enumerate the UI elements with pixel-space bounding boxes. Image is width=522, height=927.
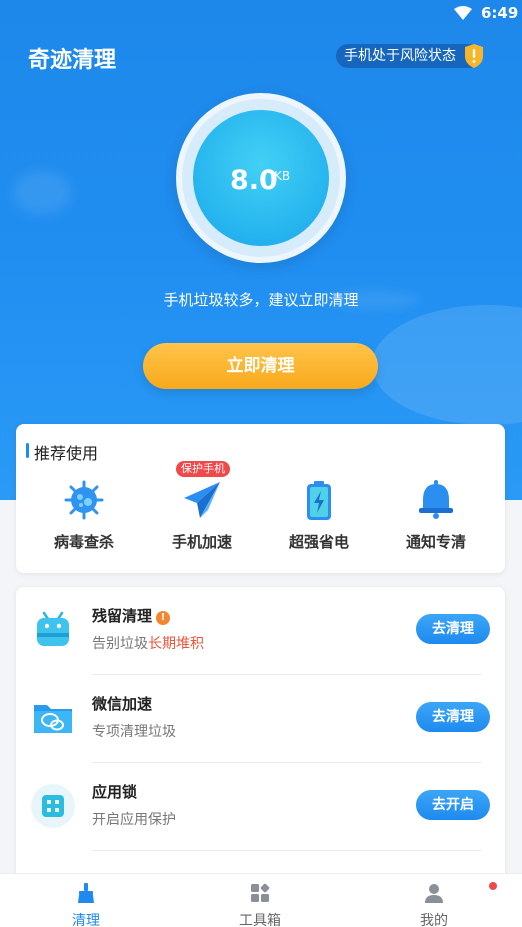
app-lock-subtitle: 开启应用保护 — [92, 812, 176, 828]
virus-scan-icon — [64, 480, 104, 520]
feature-list-card: 残留清理! 告别垃圾长期堆积 去清理 微信加速 专项清理垃圾 去清理 应用锁 开… — [16, 587, 505, 887]
app-lock-title: 应用锁 — [92, 783, 138, 801]
power-save-item[interactable]: 超强省电 — [264, 478, 374, 552]
nav-tab-profile[interactable]: 我的 — [384, 882, 484, 927]
warning-shield-icon — [465, 44, 483, 68]
list-item-app-lock[interactable]: 应用锁 开启应用保护 去开启 — [16, 763, 505, 851]
residual-clean-subtitle-text: 告别垃圾 — [92, 636, 148, 652]
decorative-blob — [12, 170, 72, 215]
android-icon — [37, 611, 69, 646]
clean-hint-text: 手机垃圾较多，建议立即清理 — [163, 291, 359, 309]
wifi-icon — [454, 6, 472, 20]
nav-tab-clean[interactable]: 清理 — [36, 882, 136, 927]
notification-clean-item[interactable]: 通知专清 — [381, 478, 491, 552]
bottom-navigation: 清理 工具箱 我的 — [0, 873, 522, 927]
junk-size-unit: KB — [274, 169, 291, 183]
decorative-blob — [372, 305, 522, 425]
divider — [92, 850, 481, 851]
phone-boost-item[interactable]: 手机加速 — [147, 478, 257, 552]
app-title: 奇迹清理 — [28, 48, 117, 73]
nav-tab-toolbox-label: 工具箱 — [239, 913, 281, 927]
wechat-boost-button[interactable]: 去清理 — [416, 702, 490, 732]
recommend-card: 推荐使用 病毒查杀 手机加速 超强省电 通知专清 — [16, 424, 505, 573]
nav-tab-clean-label: 清理 — [72, 913, 100, 927]
list-item-residual-clean[interactable]: 残留清理! 告别垃圾长期堆积 去清理 — [16, 587, 505, 675]
wechat-folder-icon — [34, 705, 72, 733]
residual-clean-title: 残留清理! — [92, 605, 171, 626]
notification-clean-label: 通知专清 — [405, 533, 466, 551]
bell-icon — [419, 480, 453, 519]
residual-clean-button[interactable]: 去清理 — [416, 614, 490, 644]
virus-scan-item[interactable]: 病毒查杀 — [29, 478, 139, 552]
clean-now-button[interactable]: 立即清理 — [143, 343, 378, 389]
protect-phone-tag: 保护手机 — [176, 461, 230, 477]
notification-dot — [489, 882, 497, 890]
risk-status-badge[interactable]: 手机处于风险状态 — [336, 44, 483, 68]
wechat-boost-subtitle: 专项清理垃圾 — [92, 724, 176, 740]
battery-icon — [307, 481, 331, 520]
status-bar: 6:49 — [0, 0, 522, 28]
residual-clean-subtitle: 告别垃圾长期堆积 — [92, 633, 204, 653]
recommend-title: 推荐使用 — [34, 444, 99, 463]
list-item-wechat-boost[interactable]: 微信加速 专项清理垃圾 去清理 — [16, 675, 505, 763]
app-lock-button[interactable]: 去开启 — [416, 790, 490, 820]
nav-tab-toolbox[interactable]: 工具箱 — [210, 882, 310, 927]
wechat-boost-title: 微信加速 — [92, 695, 153, 713]
section-accent-bar — [26, 443, 29, 458]
alert-dot-icon: ! — [156, 611, 171, 625]
paper-plane-icon — [184, 482, 220, 518]
broom-icon — [78, 883, 94, 903]
toolbox-icon — [251, 883, 270, 902]
residual-clean-highlight: 长期堆积 — [148, 636, 204, 652]
power-save-label: 超强省电 — [288, 533, 349, 551]
junk-size-value: 8.0 — [230, 165, 278, 196]
app-lock-icon — [31, 784, 75, 828]
risk-status-text: 手机处于风险状态 — [344, 48, 456, 64]
nav-tab-profile-label: 我的 — [420, 913, 448, 927]
profile-icon — [425, 884, 443, 903]
phone-boost-label: 手机加速 — [171, 533, 232, 551]
virus-scan-label: 病毒查杀 — [53, 533, 114, 551]
residual-clean-title-text: 残留清理 — [92, 607, 153, 625]
status-time: 6:49 — [481, 4, 519, 22]
